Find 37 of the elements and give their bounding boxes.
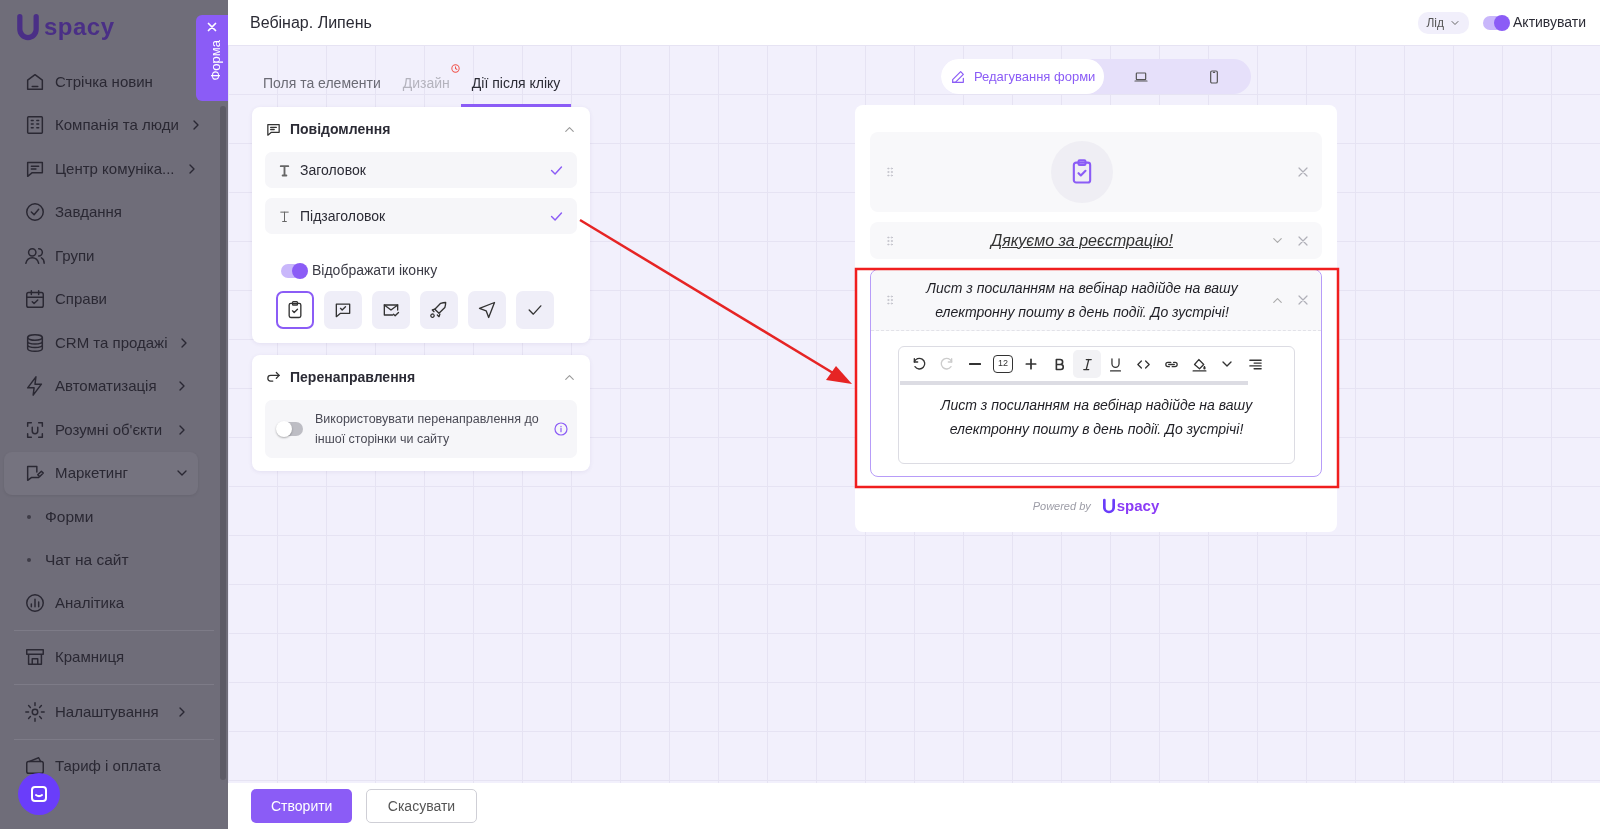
sidebar-subitem[interactable]: Чат на сайт [0, 538, 228, 581]
sidebar-item[interactable]: Автоматизація [4, 364, 198, 408]
sidebar-item[interactable]: Аналітика [4, 581, 198, 625]
logo-text: spacy [1116, 496, 1160, 516]
toggle-label: Відображати іконку [312, 261, 438, 280]
font-size-field[interactable]: 12 [989, 350, 1017, 378]
logo-text: spacy [44, 12, 115, 42]
powered-by-text: Powered by [1032, 499, 1091, 514]
sidebar-item[interactable]: Завдання [4, 190, 198, 234]
sidebar-item[interactable]: Компанія та люди [4, 103, 198, 147]
field-row[interactable]: Заголовок [265, 152, 577, 188]
sidebar-item[interactable]: Групи [4, 234, 198, 278]
sidebar-item[interactable]: Крамниця [4, 635, 198, 679]
sidebar-item[interactable]: Стрічка новин [4, 60, 198, 104]
form-tab[interactable]: Поля та елементи [252, 65, 392, 107]
panel-tab[interactable]: Форма [196, 15, 228, 101]
page-title: Вебінар. Липень [250, 12, 373, 33]
section-title: Повідомлення [290, 120, 392, 139]
create-button[interactable]: Створити [251, 789, 352, 823]
sidebar-item[interactable]: Маркетинг [4, 451, 198, 495]
cancel-button[interactable]: Скасувати [366, 789, 477, 823]
activate-label: Активувати [1513, 13, 1586, 32]
field-row[interactable]: Підзаголовок [265, 198, 577, 234]
view-button[interactable]: Редагування форми [941, 59, 1105, 94]
sidebar-item[interactable]: Налаштування [4, 690, 198, 734]
block-text: Лист з посиланням на вебінар надійде на вашу електронну пошту в день події. До зустрічі! [924, 279, 1240, 322]
option-label: Використовувати перенаправлення до іншої сторінки чи сайту [315, 411, 540, 448]
sidebar-item[interactable]: Справи [4, 277, 198, 321]
section-title: Перенаправлення [290, 368, 417, 387]
sidebar-item[interactable]: CRM та продажі [4, 321, 198, 365]
sidebar-item[interactable]: Центр комуніка... [4, 147, 198, 191]
editor-text: Лист з посиланням на вебінар надійде на вашу електронну пошту в день події. До зустрічі! [939, 396, 1254, 439]
sidebar-item[interactable]: Розумні об'єкти [4, 408, 198, 452]
entity-dropdown[interactable]: Лід [1418, 11, 1469, 34]
sidebar-subitem[interactable]: Форми [0, 495, 228, 538]
block-title: Дякуємо за реєстрацію! [990, 231, 1174, 249]
sidebar-item[interactable]: Тариф і оплата [4, 744, 198, 788]
